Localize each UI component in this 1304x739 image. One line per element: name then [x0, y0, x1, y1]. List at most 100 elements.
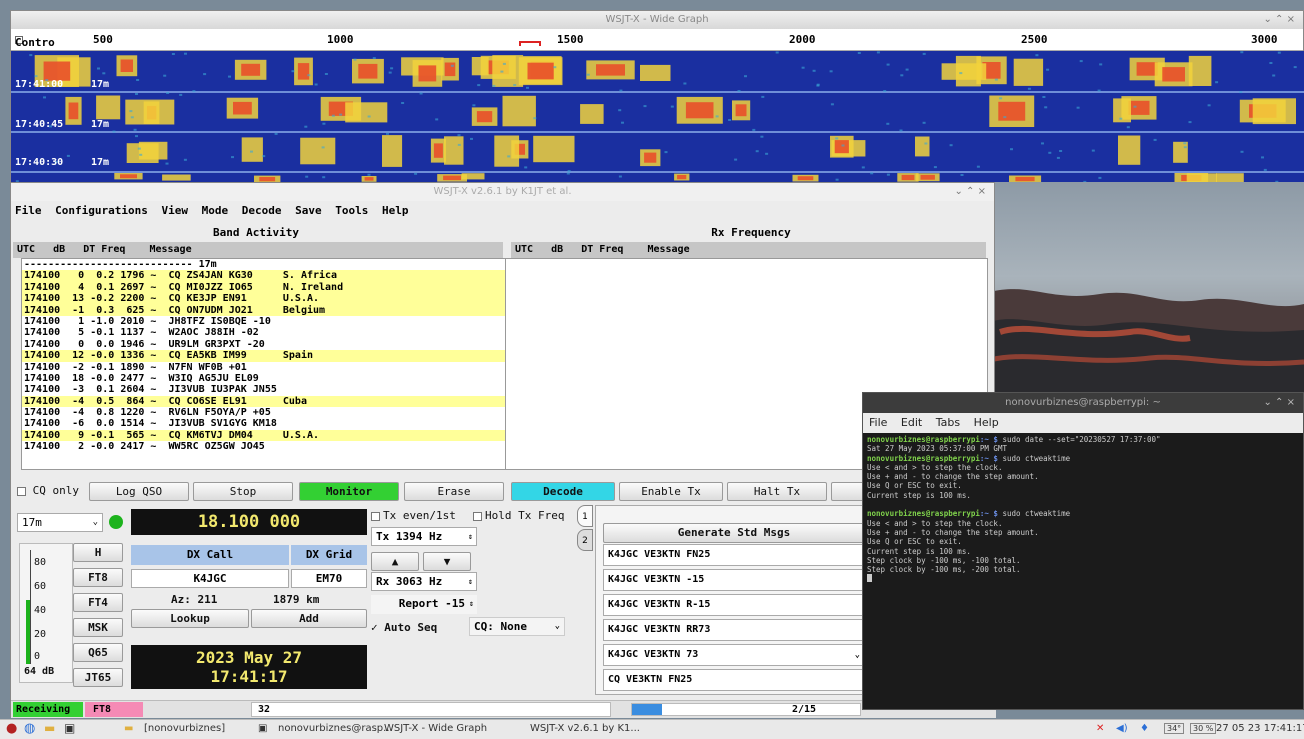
waterfall-noise — [1099, 63, 1103, 66]
taskbar-item-wide-graph[interactable]: WSJT-X - Wide Graph — [384, 723, 487, 734]
terminal-menu-help[interactable]: Help — [974, 416, 999, 429]
tx5-message[interactable]: K4JGC VE3KTN 73 ⌄ — [603, 644, 865, 666]
band-activity-row[interactable]: 174100 0 0.0 1946 ~ UR9LM GR3PXT -20 — [22, 339, 506, 350]
taskbar-clock[interactable]: 27 05 23 17:41:17 — [1216, 723, 1304, 734]
tab-1[interactable]: 1 — [577, 505, 593, 527]
waterfall-signal-core — [1162, 67, 1185, 82]
band-activity-row[interactable]: 174100 1 -1.0 2010 ~ JH8TFZ IS0BQE -10 — [22, 316, 506, 327]
waterfall-noise — [816, 84, 820, 87]
waterfall-signal — [345, 102, 388, 123]
band-activity-row[interactable]: 174100 12 -0.0 1336 ~ CQ EA5KB IM99 Spai… — [22, 350, 506, 362]
menu-mode[interactable]: Mode — [202, 204, 229, 217]
auto-seq-checkbox[interactable]: ✓ Auto Seq — [371, 621, 437, 634]
dx-call-input[interactable]: K4JGC — [131, 569, 289, 588]
terminal-text: Step clock by -100 ms, -200 total. — [867, 565, 1021, 575]
report-spinbox[interactable]: Report -15 ⇕ — [371, 595, 477, 614]
mode-q65-button[interactable]: Q65 — [73, 643, 123, 662]
terminal-menu-file[interactable]: File — [869, 416, 887, 429]
band-activity-row[interactable]: 174100 9 -0.1 565 ~ CQ KM6TVJ DM04 U.S.A… — [22, 429, 506, 442]
menu-help[interactable]: Help — [382, 204, 409, 217]
window-controls[interactable]: ⌄ ⌃ × — [1264, 393, 1296, 413]
taskbar-item-wsjtx[interactable]: WSJT-X v2.6.1 by K1... — [530, 723, 640, 734]
band-activity-row[interactable]: 174100 0 0.2 1796 ~ CQ ZS4JAN KG30 S. Af… — [22, 270, 506, 282]
window-controls[interactable]: ⌄ ⌃ × — [1264, 11, 1296, 29]
stop-button[interactable]: Stop — [193, 482, 293, 501]
lookup-button[interactable]: Lookup — [131, 609, 249, 628]
raspberry-menu-icon[interactable]: ● — [6, 721, 17, 736]
terminal-menu-tabs[interactable]: Tabs — [936, 416, 960, 429]
monitor-button[interactable]: Monitor — [299, 482, 399, 501]
waterfall[interactable]: 17:41:00 17m 17:40:45 17m 17:40:30 17m — [11, 51, 1304, 183]
browser-icon[interactable]: ◍ — [24, 721, 35, 736]
network-disconnected-icon[interactable]: ✕ — [1096, 723, 1104, 734]
tx6-message[interactable]: CQ VE3KTN FN25 — [603, 669, 865, 691]
terminal-launcher-icon[interactable]: ▣ — [64, 721, 75, 735]
taskbar-item-filemanager[interactable]: [nonovurbiznes] — [144, 723, 225, 734]
band-activity-row[interactable]: 174100 -2 -0.1 1890 ~ N7FN WF0B +01 — [22, 362, 506, 373]
tab-2[interactable]: 2 — [577, 529, 593, 551]
waterfall-signal — [502, 95, 536, 127]
tx3-message[interactable]: K4JGC VE3KTN R-15 — [603, 594, 865, 616]
band-activity-row[interactable]: 174100 -4 0.8 1220 ~ RV6LN F5OYA/P +05 — [22, 407, 506, 418]
waterfall-noise — [1277, 51, 1281, 54]
terminal-menu-edit[interactable]: Edit — [901, 416, 922, 429]
halt-tx-button[interactable]: Halt Tx — [727, 482, 827, 501]
mode-ft8-button[interactable]: FT8 — [73, 568, 123, 587]
mode-msk-button[interactable]: MSK — [73, 618, 123, 637]
tx4-message[interactable]: K4JGC VE3KTN RR73 — [603, 619, 865, 641]
set-tx-to-rx-button[interactable]: ▲ — [371, 552, 419, 571]
tx-freq-spinbox[interactable]: Tx 1394 Hz ⇕ — [371, 527, 477, 546]
cq-select[interactable]: CQ: None ⌄ — [469, 617, 565, 636]
waterfall-noise — [477, 84, 481, 87]
waterfall-noise — [435, 118, 439, 121]
cq-only-checkbox[interactable]: CQ only — [17, 482, 89, 501]
clock-date: 2023 May 27 — [196, 648, 302, 667]
dx-grid-input[interactable]: EM70 — [291, 569, 367, 588]
band-activity-row[interactable]: 174100 4 0.1 2697 ~ CQ MI0JZZ IO65 N. Ir… — [22, 281, 506, 294]
band-activity-row[interactable]: 174100 -1 0.3 625 ~ CQ ON7UDM JO21 Belgi… — [22, 304, 506, 316]
generate-std-msgs-button[interactable]: Generate Std Msgs — [603, 523, 865, 543]
waterfall-signal — [471, 57, 489, 76]
microphone-icon[interactable]: ♦ — [1140, 723, 1149, 734]
rx-freq-value: Rx 3063 Hz — [376, 575, 443, 588]
band-activity-row[interactable]: 174100 -4 0.5 864 ~ CQ CO6SE EL91 Cuba — [22, 395, 506, 408]
tx2-message[interactable]: K4JGC VE3KTN -15 — [603, 569, 865, 591]
set-rx-to-tx-button[interactable]: ▼ — [423, 552, 471, 571]
erase-button[interactable]: Erase — [404, 482, 504, 501]
tx1-message[interactable]: K4JGC VE3KTN FN25 — [603, 544, 865, 566]
taskbar-item-terminal[interactable]: nonovurbiznes@rasp... — [278, 723, 393, 734]
waterfall-noise — [1091, 149, 1095, 152]
band-activity-row[interactable]: 174100 2 -0.0 2417 ~ WW5RC OZ5GW JO45 — [22, 441, 506, 452]
enable-tx-button[interactable]: Enable Tx — [619, 482, 723, 501]
band-activity-row[interactable]: 174100 -3 0.1 2604 ~ JI3VUB IU3PAK JN55 — [22, 384, 506, 395]
waterfall-noise — [883, 90, 887, 93]
meter-tick: 20 — [34, 629, 47, 640]
menu-file[interactable]: File — [15, 204, 42, 217]
volume-icon[interactable]: ◀) — [1116, 723, 1128, 734]
mode-jt65-button[interactable]: JT65 — [73, 668, 123, 687]
mode-ft4-button[interactable]: FT4 — [73, 593, 123, 612]
rx-freq-spinbox[interactable]: Rx 3063 Hz ⇕ — [371, 572, 477, 591]
waterfall-noise — [728, 119, 732, 121]
band-activity-row[interactable]: 174100 18 -0.0 2477 ~ W3IQ AG5JU EL09 — [22, 373, 506, 384]
band-activity-row[interactable]: 174100 13 -0.2 2200 ~ CQ KE3JP EN91 U.S.… — [22, 293, 506, 305]
decode-button[interactable]: Decode — [511, 482, 615, 501]
terminal-output[interactable]: nonovurbiznes@raspberrypi:~ $ sudo date … — [863, 433, 1303, 586]
menu-decode[interactable]: Decode — [242, 204, 282, 217]
mode-h-button[interactable]: H — [73, 543, 123, 562]
band-activity-row[interactable]: 174100 -6 0.0 1514 ~ JI3VUB SV1GYG KM18 — [22, 418, 506, 429]
window-controls[interactable]: ⌄ ⌃ × — [955, 183, 987, 201]
hold-tx-freq-checkbox[interactable]: Hold Tx Freq — [473, 509, 564, 522]
menu-configurations[interactable]: Configurations — [55, 204, 148, 217]
band-activity-list[interactable]: ---------------------------- 17m 174100 … — [21, 258, 507, 470]
add-button[interactable]: Add — [251, 609, 367, 628]
log-qso-button[interactable]: Log QSO — [89, 482, 189, 501]
menu-save[interactable]: Save — [295, 204, 322, 217]
folder-icon[interactable]: ▬ — [44, 721, 55, 735]
menu-tools[interactable]: Tools — [335, 204, 368, 217]
menu-view[interactable]: View — [161, 204, 188, 217]
band-select[interactable]: 17m ⌄ — [17, 513, 103, 532]
waterfall-noise — [1048, 151, 1052, 154]
band-activity-row[interactable]: 174100 5 -0.1 1137 ~ W2AOC J88IH -02 — [22, 327, 506, 338]
tx-even-checkbox[interactable]: Tx even/1st — [371, 509, 456, 522]
